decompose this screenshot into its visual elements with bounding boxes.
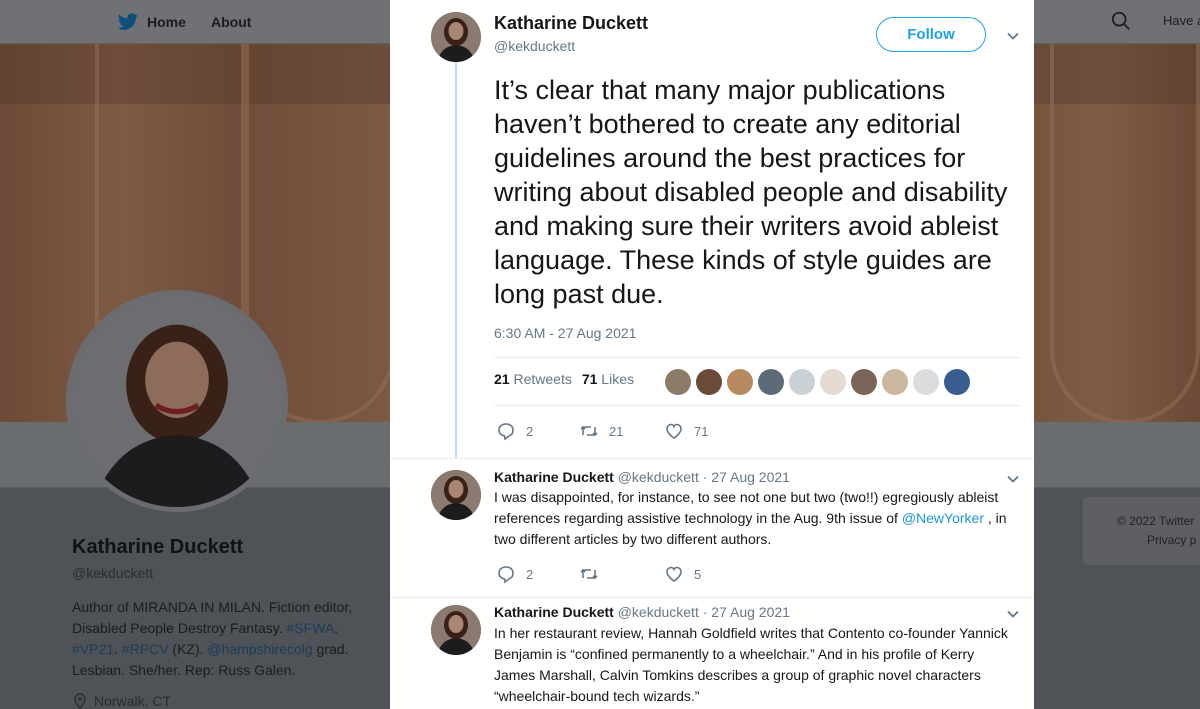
like-action[interactable]: 5 [664, 564, 701, 584]
tweet-timestamp[interactable]: 6:30 AM - 27 Aug 2021 [494, 325, 636, 341]
tweet-author-handle[interactable]: @kekduckett [494, 38, 575, 54]
liker-avatar[interactable] [665, 369, 691, 395]
reply-action[interactable]: 2 [496, 421, 533, 441]
nav-about-label: About [211, 14, 252, 30]
hashtag-link-vp21[interactable]: #VP21 [72, 641, 114, 657]
footer-copyright: © 2022 Twitter [1117, 514, 1195, 528]
tweet-text: It’s clear that many major publications … [494, 75, 1008, 309]
chevron-down-icon[interactable] [1006, 29, 1020, 43]
search-icon[interactable] [1110, 10, 1132, 32]
reply-date[interactable]: 27 Aug 2021 [711, 604, 790, 620]
retweet-icon [580, 568, 598, 580]
reply-author-name[interactable]: Katharine Duckett [494, 469, 614, 485]
reply-count: 2 [526, 423, 534, 439]
thread-connector [455, 58, 457, 458]
hashtag-link-rpcv[interactable]: #RPCV [122, 641, 169, 657]
mention-link-hampshirecolg[interactable]: @hampshirecolg [207, 641, 312, 657]
reply-author-avatar[interactable] [431, 605, 481, 655]
liker-avatar[interactable] [727, 369, 753, 395]
profile-bio: Author of MIRANDA IN MILAN. Fiction edit… [72, 599, 353, 678]
tweet-author-name[interactable]: Katharine Duckett [494, 13, 648, 34]
profile-name: Katharine Duckett [72, 536, 244, 558]
chevron-down-icon[interactable] [1006, 472, 1020, 486]
location-pin-icon [74, 693, 86, 709]
profile-handle: @kekduckett [72, 565, 154, 581]
reply-author-avatar[interactable] [431, 470, 481, 520]
tweet-modal: Katharine Duckett @kekduckett Follow It’… [390, 0, 1034, 709]
reply-text: I was disappointed, for instance, to see… [494, 489, 1007, 547]
footer-privacy-link[interactable]: Privacy p [1147, 533, 1196, 547]
nav-home-link[interactable]: Home [117, 0, 186, 44]
profile-photo [71, 295, 283, 507]
liker-avatar[interactable] [789, 369, 815, 395]
liker-avatar[interactable] [696, 369, 722, 395]
like-action[interactable]: 71 [664, 421, 708, 441]
liker-avatar[interactable] [820, 369, 846, 395]
chevron-down-icon[interactable] [1006, 607, 1020, 621]
twitter-bird-icon [117, 13, 138, 30]
liker-avatars [665, 369, 970, 395]
nav-about-link[interactable]: About [211, 0, 251, 44]
liker-avatar[interactable] [944, 369, 970, 395]
reply-author-handle[interactable]: @kekduckett [618, 469, 699, 485]
like-count: 71 [694, 423, 709, 439]
reply-header: Katharine Duckett @kekduckett · 27 Aug 2… [494, 469, 790, 485]
profile-location: Norwalk, CT [72, 693, 171, 709]
reply-text: In her restaurant review, Hannah Goldfie… [494, 625, 1008, 704]
reply-action[interactable]: 2 [496, 564, 533, 584]
follow-button[interactable]: Follow [876, 17, 986, 52]
retweet-icon [580, 425, 598, 437]
top-right-link[interactable]: Have a [1163, 13, 1200, 28]
liker-avatar[interactable] [882, 369, 908, 395]
avatar-photo [431, 470, 481, 520]
avatar-photo [431, 605, 481, 655]
reply-icon [498, 566, 514, 584]
heart-icon [666, 566, 682, 582]
retweet-action[interactable]: 21 [579, 421, 623, 441]
retweet-count: 21 [609, 423, 624, 439]
reply-header: Katharine Duckett @kekduckett · 27 Aug 2… [494, 604, 790, 620]
reply-author-name[interactable]: Katharine Duckett [494, 604, 614, 620]
heart-icon [666, 423, 682, 439]
tweet-stats: 21 Retweets 71 Likes [494, 371, 634, 387]
liker-avatar[interactable] [758, 369, 784, 395]
retweet-action[interactable] [579, 564, 609, 584]
retweets-stat[interactable]: 21 Retweets [494, 371, 572, 387]
likes-stat[interactable]: 71 Likes [582, 371, 634, 387]
liker-avatar[interactable] [851, 369, 877, 395]
reply-count: 2 [526, 566, 534, 582]
profile-location-text: Norwalk, CT [94, 693, 172, 709]
reply-icon [498, 423, 514, 441]
tweet-author-avatar[interactable] [431, 12, 481, 62]
footer-box [1083, 497, 1200, 565]
profile-avatar[interactable] [66, 290, 288, 512]
reply-author-handle[interactable]: @kekduckett [618, 604, 699, 620]
like-count: 5 [694, 566, 702, 582]
reply-date[interactable]: 27 Aug 2021 [711, 469, 790, 485]
mention-link-newyorker[interactable]: @NewYorker [902, 510, 984, 526]
nav-home-label: Home [147, 14, 186, 30]
avatar-photo [431, 12, 481, 62]
hashtag-link-sfwa[interactable]: #SFWA [287, 620, 335, 636]
liker-avatar[interactable] [913, 369, 939, 395]
